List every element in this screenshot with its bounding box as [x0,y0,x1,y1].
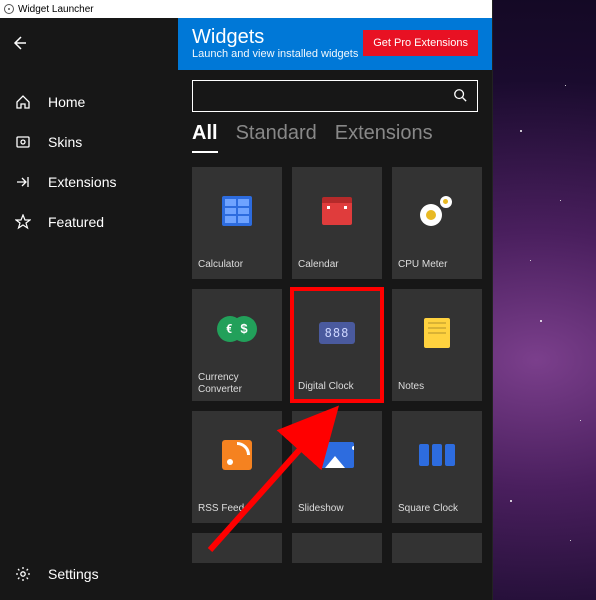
sidebar-item-label: Home [48,94,85,110]
widget-tile-currency[interactable]: €$ Currency Converter [192,289,282,401]
app-icon [4,4,14,14]
sidebar-item-label: Skins [48,134,82,150]
widget-tile-calendar[interactable]: Calendar [292,167,382,279]
tabs: All Standard Extensions [178,116,492,153]
extensions-icon [14,173,32,191]
sidebar-item-extensions[interactable]: Extensions [0,162,178,202]
widget-tile-square-clock[interactable]: Square Clock [392,411,482,523]
sidebar-item-label: Extensions [48,174,116,190]
tile-label: Currency Converter [192,368,282,401]
tile-label: RSS Feed [192,499,282,523]
search-input[interactable] [199,89,449,104]
search-box[interactable] [192,80,478,112]
gear-icon [14,565,32,583]
tile-label: CPU Meter [392,255,482,279]
calculator-icon [222,196,252,226]
widget-tile-rss[interactable]: RSS Feed [192,411,282,523]
back-button[interactable] [0,26,38,60]
sidebar-item-label: Settings [48,566,99,582]
widget-tile-more-1[interactable] [192,533,282,563]
widget-tile-more-2[interactable] [292,533,382,563]
header-banner: Widgets Launch and view installed widget… [178,18,492,70]
tile-label: Calendar [292,255,382,279]
window-title: Widget Launcher [18,4,94,15]
sidebar-item-settings[interactable]: Settings [0,554,178,594]
sidebar: Home Skins Extensions [0,18,178,600]
search-button[interactable] [449,86,471,107]
calendar-icon [322,197,352,225]
tab-all[interactable]: All [192,122,218,153]
tab-extensions[interactable]: Extensions [335,122,433,151]
sidebar-item-featured[interactable]: Featured [0,202,178,242]
titlebar: Widget Launcher [0,0,492,18]
digital-clock-icon: 888 [319,322,355,344]
tab-standard[interactable]: Standard [236,122,317,151]
cpu-meter-icon [420,196,454,226]
main-content: Widgets Launch and view installed widget… [178,18,492,600]
get-pro-button[interactable]: Get Pro Extensions [363,30,478,56]
tile-label: Slideshow [292,499,382,523]
skins-icon [14,133,32,151]
page-subtitle: Launch and view installed widgets [192,48,358,60]
widget-tile-slideshow[interactable]: Slideshow [292,411,382,523]
page-title: Widgets [192,26,358,48]
sidebar-item-label: Featured [48,214,104,230]
tile-label: Digital Clock [292,377,382,401]
search-icon [453,88,467,102]
currency-icon: €$ [217,316,257,342]
star-icon [14,213,32,231]
widget-tile-calculator[interactable]: Calculator [192,167,282,279]
app-window: Widget Launcher Home Skins [0,0,493,600]
back-arrow-icon [11,35,27,51]
sidebar-item-skins[interactable]: Skins [0,122,178,162]
widget-grid: Calculator Calendar CPU Meter €$ Currenc… [178,153,492,563]
widget-tile-cpu[interactable]: CPU Meter [392,167,482,279]
tile-label: Square Clock [392,499,482,523]
widget-tile-notes[interactable]: Notes [392,289,482,401]
widget-tile-more-3[interactable] [392,533,482,563]
widget-tile-digital-clock[interactable]: 888 Digital Clock [292,289,382,401]
notes-icon [424,318,450,348]
home-icon [14,93,32,111]
tile-label: Notes [392,377,482,401]
rss-icon [222,440,252,470]
square-clock-icon [419,444,455,466]
tile-label: Calculator [192,255,282,279]
slideshow-icon [320,442,354,468]
sidebar-item-home[interactable]: Home [0,82,178,122]
